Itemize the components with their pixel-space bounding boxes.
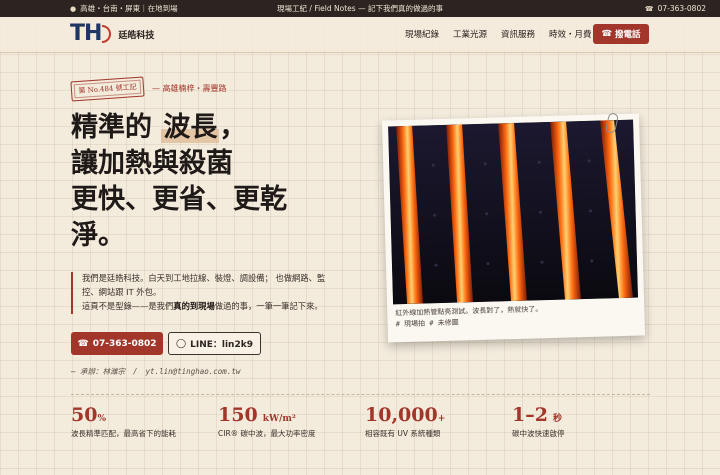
intro-paragraph-2: 這頁不是型錄——是我們真的到現場做過的事，一筆一筆記下來。	[82, 300, 341, 314]
stat-value: 10,000	[365, 404, 438, 426]
photo-caption: 紅外線加熱管點亮測試。波長對了，熱就快了。 # 現場拍 # 未修圖	[393, 302, 639, 331]
brand-logo[interactable]: TH 廷皓科技	[70, 22, 154, 46]
stamp-text: 第 No.484 號工記	[78, 82, 137, 96]
call-button[interactable]: ☎ 撥電話	[593, 24, 649, 44]
intro-p2-prefix: 這頁不是型錄——是我們	[82, 301, 174, 311]
headline-highlight: 波長	[161, 112, 220, 143]
location-pin-icon: ●	[70, 4, 77, 13]
phone-cta-button[interactable]: ☎ 07-363-0802	[71, 332, 163, 355]
heater-tubes-illustration	[388, 119, 638, 305]
stat-value: 50	[71, 404, 98, 426]
call-button-label: 撥電話	[615, 30, 641, 40]
intro-paragraph-1: 我們是廷皓科技。白天到工地拉線、裝燈、調設備； 也做網路、監控、網站跟 IT 外…	[82, 273, 326, 297]
stat-unit: 秒	[553, 414, 563, 424]
phone-icon: ☎	[644, 4, 654, 13]
stat-label: CIR® 碳中波，最大功率密度	[218, 429, 316, 438]
nav-item-industrial-light[interactable]: 工業光源	[453, 28, 487, 40]
line-cta-label: LINE：lin2k9	[190, 340, 253, 350]
top-bar-phone[interactable]: ☎ 07-363-0802	[645, 4, 706, 13]
hero-headline: 精準的 波長， 讓加熱與殺菌 更快、更省、更乾 淨。	[71, 110, 371, 254]
phone-icon: ☎	[601, 29, 613, 39]
stat-value: 1–2	[512, 404, 548, 426]
headline-comma: ，	[219, 112, 247, 143]
stat-fast-start: 1–2 秒 碳中波快速啟停	[512, 404, 565, 439]
headline-line-4: 淨。	[71, 220, 125, 251]
stat-label: 波長精準匹配，最高省下的能耗	[71, 429, 176, 438]
nav-item-it-services[interactable]: 資訊服務	[501, 28, 535, 40]
headline-line-2: 讓加熱與殺菌	[71, 148, 233, 179]
nav-links: 現場紀錄 工業光源 資訊服務 時效・月費	[405, 28, 592, 40]
infrared-heater-photo	[388, 119, 638, 305]
top-bar-phone-number[interactable]: 07-363-0802	[658, 4, 706, 13]
phone-cta-label: 07-363-0802	[92, 338, 157, 349]
intro-text: 我們是廷皓科技。白天到工地拉線、裝燈、調設備； 也做網路、監控、網站跟 IT 外…	[71, 272, 341, 314]
service-regions-text: 高雄・台南・屏東｜在地到場	[80, 4, 178, 13]
stat-unit: %	[97, 414, 107, 424]
nav-item-pricing[interactable]: 時效・月費	[549, 28, 592, 40]
contact-signature: — 承辦：林濰宗 / yt.lin@tinghao.com.tw	[71, 367, 241, 376]
stat-energy-saving: 50% 波長精準匹配，最高省下的能耗	[71, 404, 176, 439]
headline-prefix: 精準的	[71, 112, 152, 143]
intro-p2-bold: 真的到現場	[173, 301, 215, 311]
line-cta-button[interactable]: ◯ LINE：lin2k9	[168, 332, 261, 355]
stats-divider	[71, 394, 650, 395]
stat-uv-compatibility: 10,000+ 相容既有 UV 系統種類	[365, 404, 445, 439]
logo-wave-icon	[102, 25, 112, 43]
tagline-text: 現場工紀 / Field Notes — 記下我們真的做過的事	[277, 4, 443, 13]
stat-label: 碳中波快速啟停	[512, 429, 565, 438]
signature-name: — 承辦：林濰宗	[71, 367, 126, 376]
main-nav: TH 廷皓科技 現場紀錄 工業光源 資訊服務 時效・月費 ☎ 撥電話	[0, 17, 720, 53]
record-number-stamp: 第 No.484 號工記	[70, 76, 145, 102]
stat-unit: kW/m²	[262, 414, 296, 424]
top-bar: ● 高雄・台南・屏東｜在地到場 現場工紀 / Field Notes — 記下我…	[0, 0, 720, 17]
stat-unit: +	[437, 414, 446, 424]
service-regions: ● 高雄・台南・屏東｜在地到場	[70, 3, 178, 14]
brand-name: 廷皓科技	[118, 30, 155, 41]
intro-p2-suffix: 做過的事，一筆一筆記下來。	[214, 301, 323, 311]
job-location: — 高雄楠梓・壽豐路	[152, 84, 227, 93]
field-photo-card: 紅外線加熱管點亮測試。波長對了，熱就快了。 # 現場拍 # 未修圖	[381, 113, 646, 343]
stat-label: 相容既有 UV 系統種類	[365, 429, 441, 438]
headline-line-3: 更快、更省、更乾	[71, 184, 287, 215]
stat-value: 150	[218, 404, 258, 426]
chat-bubble-icon: ◯	[176, 338, 187, 349]
stat-power-density: 150 kW/m² CIR® 碳中波，最大功率密度	[218, 404, 316, 439]
phone-icon: ☎	[77, 338, 89, 349]
headline-line-1: 精準的 波長，	[71, 110, 371, 146]
logo-mark: TH	[70, 21, 102, 46]
nav-item-field-records[interactable]: 現場紀錄	[405, 28, 439, 40]
signature-email[interactable]: yt.lin@tinghao.com.tw	[146, 367, 241, 376]
